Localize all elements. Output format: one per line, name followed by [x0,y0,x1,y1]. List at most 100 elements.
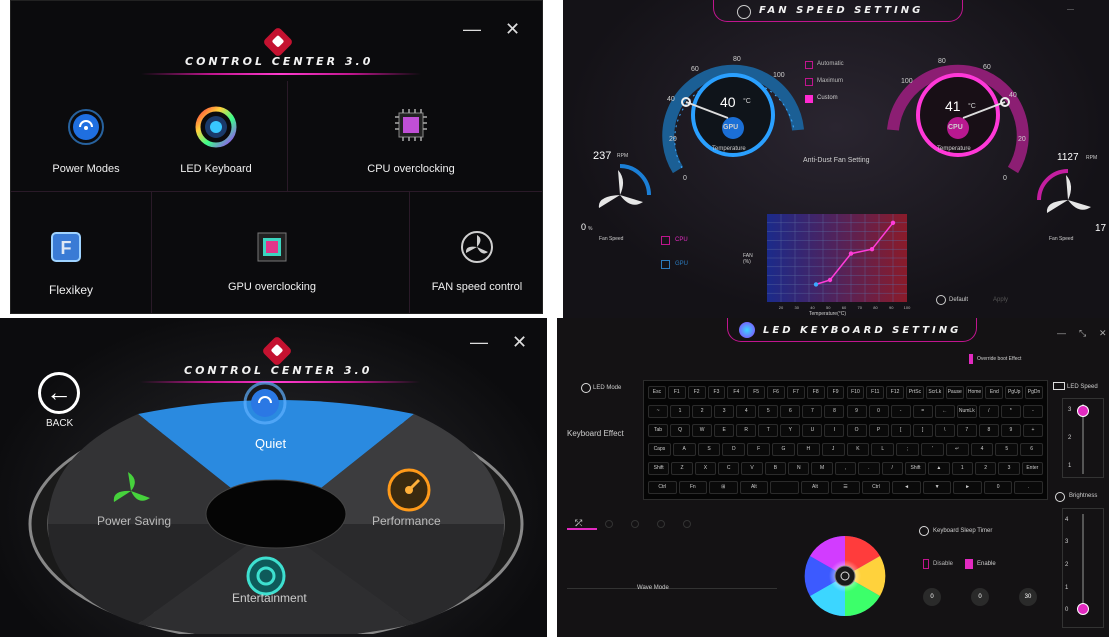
keyboard-key[interactable]: 3 [998,462,1020,475]
minimize-button[interactable]: — [1067,6,1074,13]
keyboard-key[interactable]: C [718,462,740,475]
keyboard-key[interactable]: PrtSc [906,386,924,399]
keyboard-key[interactable]: F10 [846,386,865,399]
keyboard-key[interactable]: N [788,462,810,475]
keyboard-key[interactable]: + [1022,424,1043,437]
performance-label[interactable]: Performance [372,514,441,528]
gpu-curve-icon[interactable] [661,260,670,269]
keyboard-key[interactable]: - [890,405,911,418]
keyboard-key[interactable]: U [802,424,823,437]
restore-button[interactable]: ⤡ [1079,328,1086,339]
tile-led-keyboard[interactable]: LED Keyboard [161,101,271,181]
keyboard-key[interactable]: J [821,443,845,456]
color-wheel[interactable] [797,524,893,628]
keyboard-key[interactable]: R [736,424,757,437]
brightness-slider-thumb[interactable] [1077,603,1089,615]
keyboard-key[interactable]: M [811,462,833,475]
keyboard-key[interactable]: / [978,405,999,418]
keyboard-key[interactable]: 7 [802,405,823,418]
keyboard-key[interactable]: \ [934,424,955,437]
keyboard-key[interactable]: * [1000,405,1021,418]
keyboard-key[interactable]: . [858,462,880,475]
keyboard-key[interactable]: T [758,424,779,437]
curve-point[interactable] [890,220,896,225]
default-button[interactable]: Default [949,297,968,303]
keyboard-key[interactable]: H [796,443,820,456]
entertainment-label[interactable]: Entertainment [232,591,307,605]
radio-maximum[interactable] [805,78,813,86]
keyboard-key[interactable]: 6 [780,405,801,418]
tile-flexikey[interactable]: F Flexikey [31,223,141,303]
keyboard-key[interactable]: Ctrl [861,481,891,494]
keyboard-key[interactable]: Alt [800,481,830,494]
keyboard-key[interactable]: F4 [727,386,746,399]
keyboard-key[interactable]: . [1014,481,1043,494]
keyboard-key[interactable]: O [846,424,867,437]
keyboard-key[interactable]: F2 [687,386,706,399]
keyboard-key[interactable]: 9 [1000,424,1021,437]
keyboard-key[interactable]: 9 [846,405,867,418]
override-toggle[interactable] [969,354,973,364]
keyboard-key[interactable]: 3 [714,405,735,418]
keyboard-key[interactable]: Enter [1021,462,1043,475]
speed-slider-thumb[interactable] [1077,405,1089,417]
keyboard-key[interactable]: PgUp [1005,386,1024,399]
keyboard-key[interactable]: ▼ [922,481,952,494]
keyboard-key[interactable]: K [846,443,870,456]
effect-tab-icon[interactable] [657,520,665,528]
close-button[interactable]: ✕ [505,19,520,40]
keyboard-key[interactable]: 5 [758,405,779,418]
keyboard-key[interactable]: ' [920,443,944,456]
quiet-label[interactable]: Quiet [255,436,286,451]
tile-gpu-overclocking[interactable]: GPU overclocking [217,225,327,305]
keyboard-key[interactable]: Alt [739,481,769,494]
keyboard-key[interactable]: ▲ [928,462,950,475]
enable-radio[interactable] [965,559,973,569]
effect-tab-icon[interactable] [631,520,639,528]
keyboard-key[interactable]: 0 [868,405,889,418]
keyboard-key[interactable]: ► [953,481,982,494]
keyboard-key[interactable]: Ctrl [648,481,677,494]
keyboard-key[interactable]: / [881,462,903,475]
keyboard-key[interactable]: Esc [648,386,666,399]
keyboard-key[interactable]: ☰ [831,481,860,494]
keyboard-key[interactable]: F3 [707,386,726,399]
keyboard-key[interactable]: F6 [767,386,785,399]
keyboard-key[interactable]: Home [965,386,984,399]
cpu-curve-icon[interactable] [661,236,670,245]
keyboard-key[interactable]: ↵ [945,443,969,456]
apply-button[interactable]: Apply [993,297,1008,303]
keyboard-key[interactable]: Tab [648,424,669,437]
keyboard-key[interactable]: Y [780,424,801,437]
minimize-button[interactable]: — [1057,328,1066,338]
curve-point[interactable] [827,277,833,283]
keyboard-key[interactable]: 5 [995,443,1019,456]
timer-seconds[interactable]: 30 [1019,588,1037,606]
keyboard-key[interactable]: 2 [974,462,997,475]
keyboard-key[interactable]: B [764,462,787,475]
keyboard-key[interactable]: F7 [786,386,805,399]
keyboard-key[interactable]: F12 [886,386,905,399]
curve-point[interactable] [848,251,854,256]
keyboard-key[interactable]: ; [896,443,919,456]
keyboard-key[interactable]: F9 [826,386,845,399]
minimize-button[interactable]: — [463,19,481,40]
keyboard-key[interactable]: 0 [983,481,1013,494]
effect-tab-icon[interactable] [683,520,691,528]
effect-tab-icon[interactable] [605,520,613,528]
tile-cpu-overclocking[interactable]: CPU overclocking [341,101,481,181]
keyboard-key[interactable]: End [985,386,1004,399]
keyboard-key[interactable]: F1 [667,386,686,399]
keyboard-key[interactable]: E [714,424,735,437]
keyboard-key[interactable]: ◄ [892,481,921,494]
disable-radio[interactable] [923,559,929,569]
tile-fan-speed-control[interactable]: FAN speed control [415,225,539,305]
keyboard-key[interactable]: , [834,462,857,475]
keyboard-key[interactable]: ← [934,405,955,418]
keyboard-key[interactable]: Q [670,424,691,437]
cpu-curve-label[interactable]: CPU [675,237,688,243]
keyboard-key[interactable]: - [1022,405,1043,418]
keyboard-key[interactable]: 6 [1020,443,1043,456]
keyboard-key[interactable]: F11 [866,386,885,399]
keyboard-key[interactable]: ] [912,424,933,437]
